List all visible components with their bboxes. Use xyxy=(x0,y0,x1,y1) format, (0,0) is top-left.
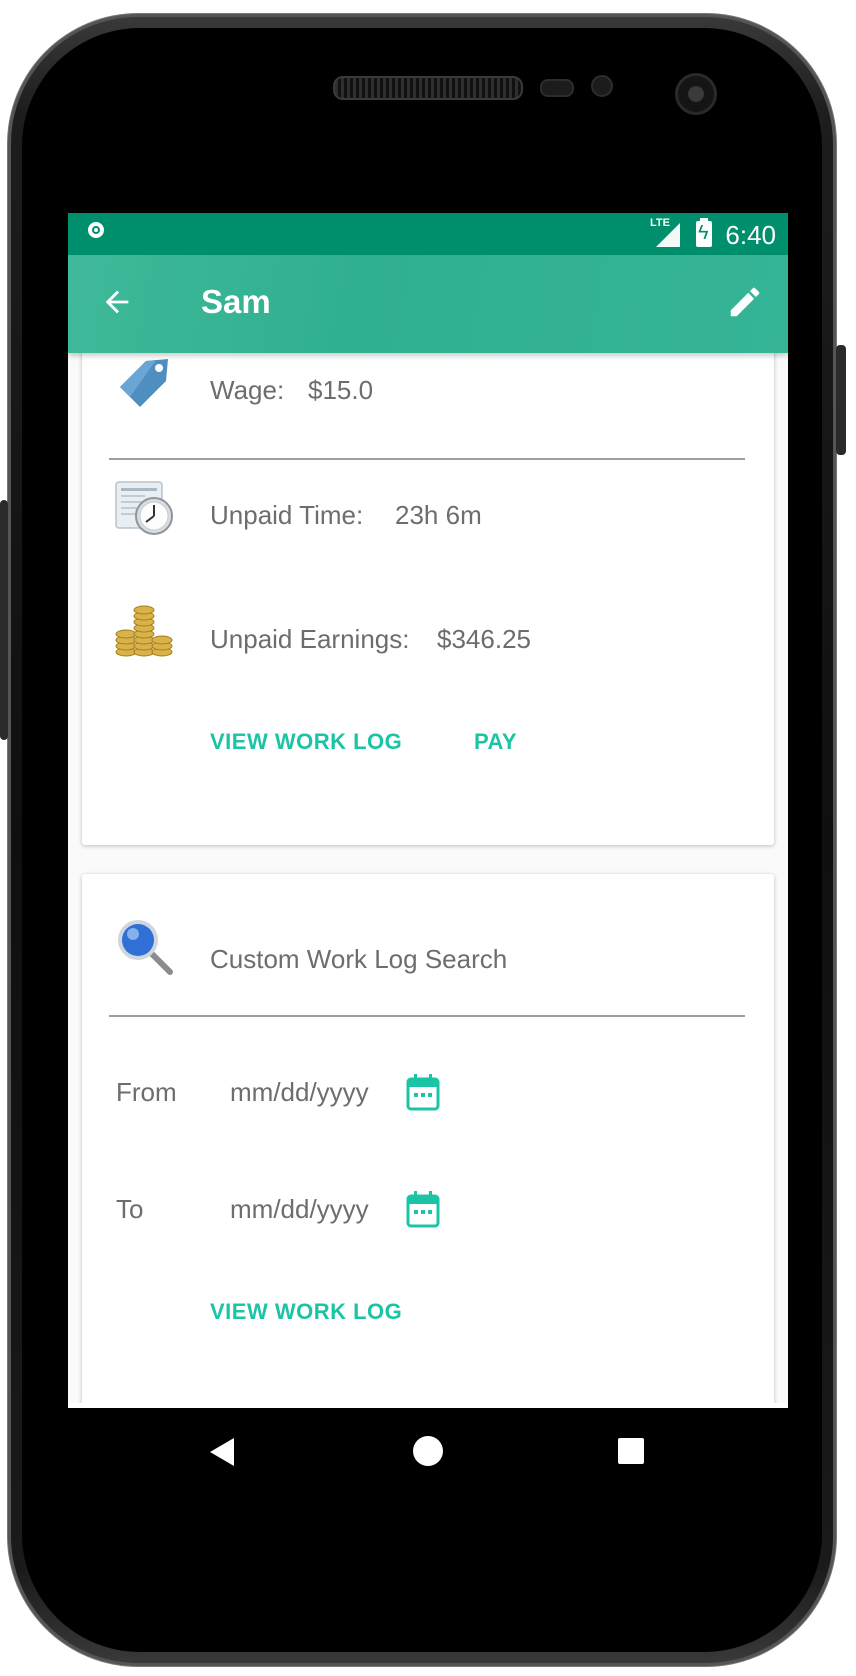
search-title: Custom Work Log Search xyxy=(210,944,508,974)
from-label: From xyxy=(116,1077,177,1107)
calendar-icon[interactable] xyxy=(406,1190,440,1228)
nav-recents-icon[interactable] xyxy=(618,1438,644,1464)
to-date-input[interactable]: mm/dd/yyyy xyxy=(230,1194,369,1225)
notification-icon xyxy=(88,222,104,238)
arrow-back-icon[interactable] xyxy=(100,285,134,319)
unpaid-time-value: 23h 6m xyxy=(395,500,482,530)
battery-charging-icon xyxy=(696,218,712,247)
search-card: Custom Work Log Search From mm/dd/yyyy T… xyxy=(82,874,774,1403)
search-title-row: Custom Work Log Search xyxy=(82,914,774,994)
power-button xyxy=(836,345,846,455)
signal-icon xyxy=(656,223,680,247)
nav-back-icon[interactable] xyxy=(210,1438,234,1466)
unpaid-earnings-label: Unpaid Earnings: xyxy=(210,624,410,654)
volume-button xyxy=(0,500,8,740)
unpaid-earnings-value: $346.25 xyxy=(437,624,531,654)
divider xyxy=(109,1015,745,1017)
price-tag-icon xyxy=(120,359,168,407)
summary-card: Wage: $15.0 Unpaid Time: 23h 6m Unpaid E… xyxy=(82,353,774,845)
content-scroll[interactable]: Wage: $15.0 Unpaid Time: 23h 6m Unpaid E… xyxy=(68,353,788,1403)
custom-view-work-log-button[interactable]: VIEW WORK LOG xyxy=(210,1299,402,1325)
view-work-log-button[interactable]: VIEW WORK LOG xyxy=(210,729,402,755)
unpaid-time-row: Unpaid Time: 23h 6m xyxy=(82,478,774,558)
status-time: 6:40 xyxy=(725,220,776,250)
gold-coins-icon xyxy=(115,605,173,657)
wage-row: Wage: $15.0 xyxy=(82,353,774,433)
calendar-icon[interactable] xyxy=(406,1073,440,1111)
from-date-input[interactable]: mm/dd/yyyy xyxy=(230,1077,369,1108)
light-sensor xyxy=(591,75,613,97)
wage-value: $15.0 xyxy=(308,375,374,405)
pay-button[interactable]: PAY xyxy=(474,729,517,755)
unpaid-time-label: Unpaid Time: xyxy=(210,500,364,530)
clock-document-icon xyxy=(115,481,173,535)
proximity-sensor xyxy=(540,79,574,97)
nav-home-icon[interactable] xyxy=(413,1436,443,1466)
phone-screen: LTE 6:40 Sam Wage: $15.0 xyxy=(68,213,788,1493)
to-label: To xyxy=(116,1194,144,1224)
page-title: Sam xyxy=(201,283,271,320)
magnifier-icon xyxy=(118,920,173,975)
app-bar: Sam xyxy=(68,255,788,353)
divider xyxy=(109,458,745,460)
status-bar: LTE 6:40 xyxy=(68,213,788,255)
front-camera xyxy=(675,73,717,115)
earpiece-speaker xyxy=(333,76,523,100)
navigation-bar xyxy=(68,1408,788,1493)
wage-label: Wage: xyxy=(210,375,285,405)
unpaid-earnings-row: Unpaid Earnings: $346.25 xyxy=(82,604,774,684)
pencil-icon[interactable] xyxy=(726,283,764,321)
